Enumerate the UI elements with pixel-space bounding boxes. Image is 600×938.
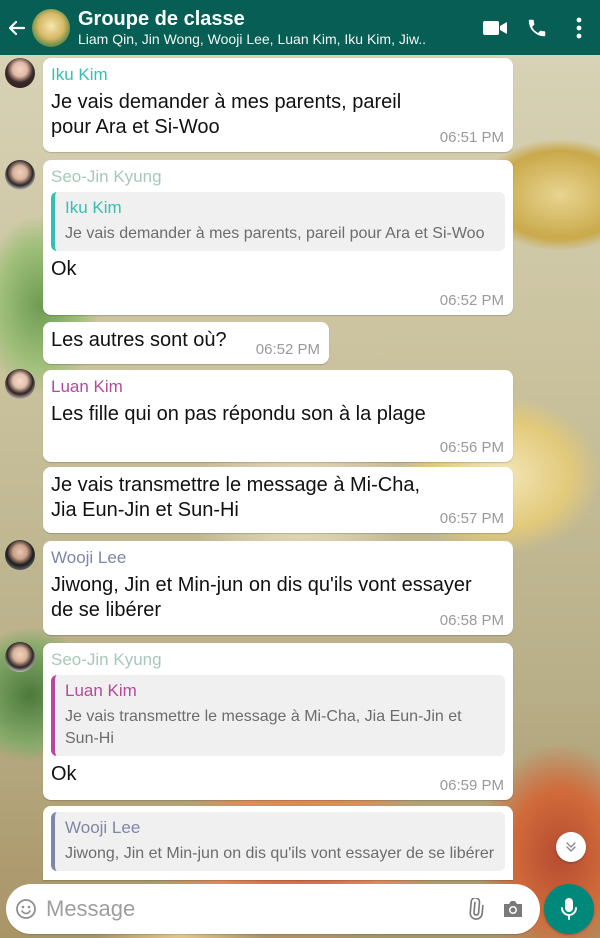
avatar-seo-jin-kyung[interactable]: [5, 160, 35, 190]
scroll-to-bottom-button[interactable]: [556, 832, 586, 862]
message-time: 06:59 PM: [439, 777, 504, 794]
message-bubble[interactable]: Seo-Jin Kyung Luan Kim Je vais transmett…: [43, 643, 513, 800]
group-info[interactable]: Groupe de classe Liam Qin, Jin Wong, Woo…: [78, 8, 474, 48]
message-sender: Seo-Jin Kyung: [51, 650, 162, 669]
message-time: 06:52 PM: [439, 292, 504, 309]
message-sender: Wooji Lee: [51, 548, 127, 567]
message-composer: [6, 884, 540, 934]
quoted-text: Jiwong, Jin et Min-jun on dis qu'ils von…: [65, 845, 495, 862]
message-bubble[interactable]: Luan Kim Les fille qui on pas répondu so…: [43, 370, 513, 462]
message-input[interactable]: [46, 896, 456, 922]
message-bubble[interactable]: Seo-Jin Kyung Iku Kim Je vais demander à…: [43, 160, 513, 315]
quoted-sender: Wooji Lee: [65, 818, 141, 837]
message-bubble[interactable]: Wooji Lee Jiwong, Jin et Min-jun on dis …: [43, 806, 513, 880]
message-bubble[interactable]: Wooji Lee Jiwong, Jin et Min-jun on dis …: [43, 541, 513, 635]
message-text: Jiwong, Jin et Min-jun on dis qu'ils von…: [51, 574, 472, 621]
group-avatar[interactable]: [32, 8, 70, 47]
message-text: Ok: [51, 258, 77, 280]
chat-header: Groupe de classe Liam Qin, Jin Wong, Woo…: [0, 0, 600, 55]
message-time: 06:52 PM: [255, 341, 320, 358]
back-arrow-icon[interactable]: [2, 0, 32, 55]
more-vert-icon[interactable]: [558, 0, 600, 55]
message-text: Les fille qui on pas répondu son à la pl…: [51, 403, 426, 425]
message-bubble[interactable]: Je vais transmettre le message à Mi-Cha,…: [43, 467, 513, 533]
group-title: Groupe de classe: [78, 7, 245, 30]
quoted-message[interactable]: Luan Kim Je vais transmettre le message …: [51, 675, 505, 756]
message-sender: Luan Kim: [51, 377, 123, 396]
mic-icon: [561, 898, 577, 920]
quoted-sender: Luan Kim: [65, 681, 137, 700]
message-text: Je vais demander à mes parents, pareil p…: [51, 91, 402, 138]
chevron-down-icon: [566, 842, 576, 852]
avatar-wooji-lee[interactable]: [5, 540, 35, 570]
message-sender: Seo-Jin Kyung: [51, 167, 162, 186]
message-time: 06:58 PM: [439, 612, 504, 629]
message-bubble[interactable]: Iku Kim Je vais demander à mes parents, …: [43, 58, 513, 152]
quoted-text: Je vais demander à mes parents, pareil p…: [65, 225, 485, 242]
message-bubble[interactable]: Les autres sont où? 06:52 PM: [43, 322, 329, 364]
quoted-sender: Iku Kim: [65, 198, 122, 217]
quoted-message[interactable]: Iku Kim Je vais demander à mes parents, …: [51, 192, 505, 251]
attach-icon[interactable]: [456, 884, 494, 934]
phone-icon[interactable]: [516, 0, 558, 55]
camera-icon[interactable]: [494, 884, 532, 934]
quoted-message[interactable]: Wooji Lee Jiwong, Jin et Min-jun on dis …: [51, 812, 505, 871]
avatar-seo-jin-kyung[interactable]: [5, 642, 35, 672]
quoted-text: Je vais transmettre le message à Mi-Cha,…: [65, 708, 462, 747]
message-time: 06:51 PM: [439, 129, 504, 146]
group-members: Liam Qin, Jin Wong, Wooji Lee, Luan Kim,…: [78, 30, 427, 47]
voice-record-button[interactable]: [544, 884, 594, 934]
emoji-icon[interactable]: [6, 884, 46, 934]
message-text: Ok: [51, 763, 77, 785]
avatar-iku-kim[interactable]: [5, 58, 35, 88]
message-time: 06:57 PM: [439, 510, 504, 527]
avatar-luan-kim[interactable]: [5, 369, 35, 399]
message-time: 06:56 PM: [439, 439, 504, 456]
message-sender: Iku Kim: [51, 65, 108, 84]
video-call-icon[interactable]: [474, 0, 516, 55]
message-text: Je vais transmettre le message à Mi-Cha,…: [51, 474, 421, 521]
